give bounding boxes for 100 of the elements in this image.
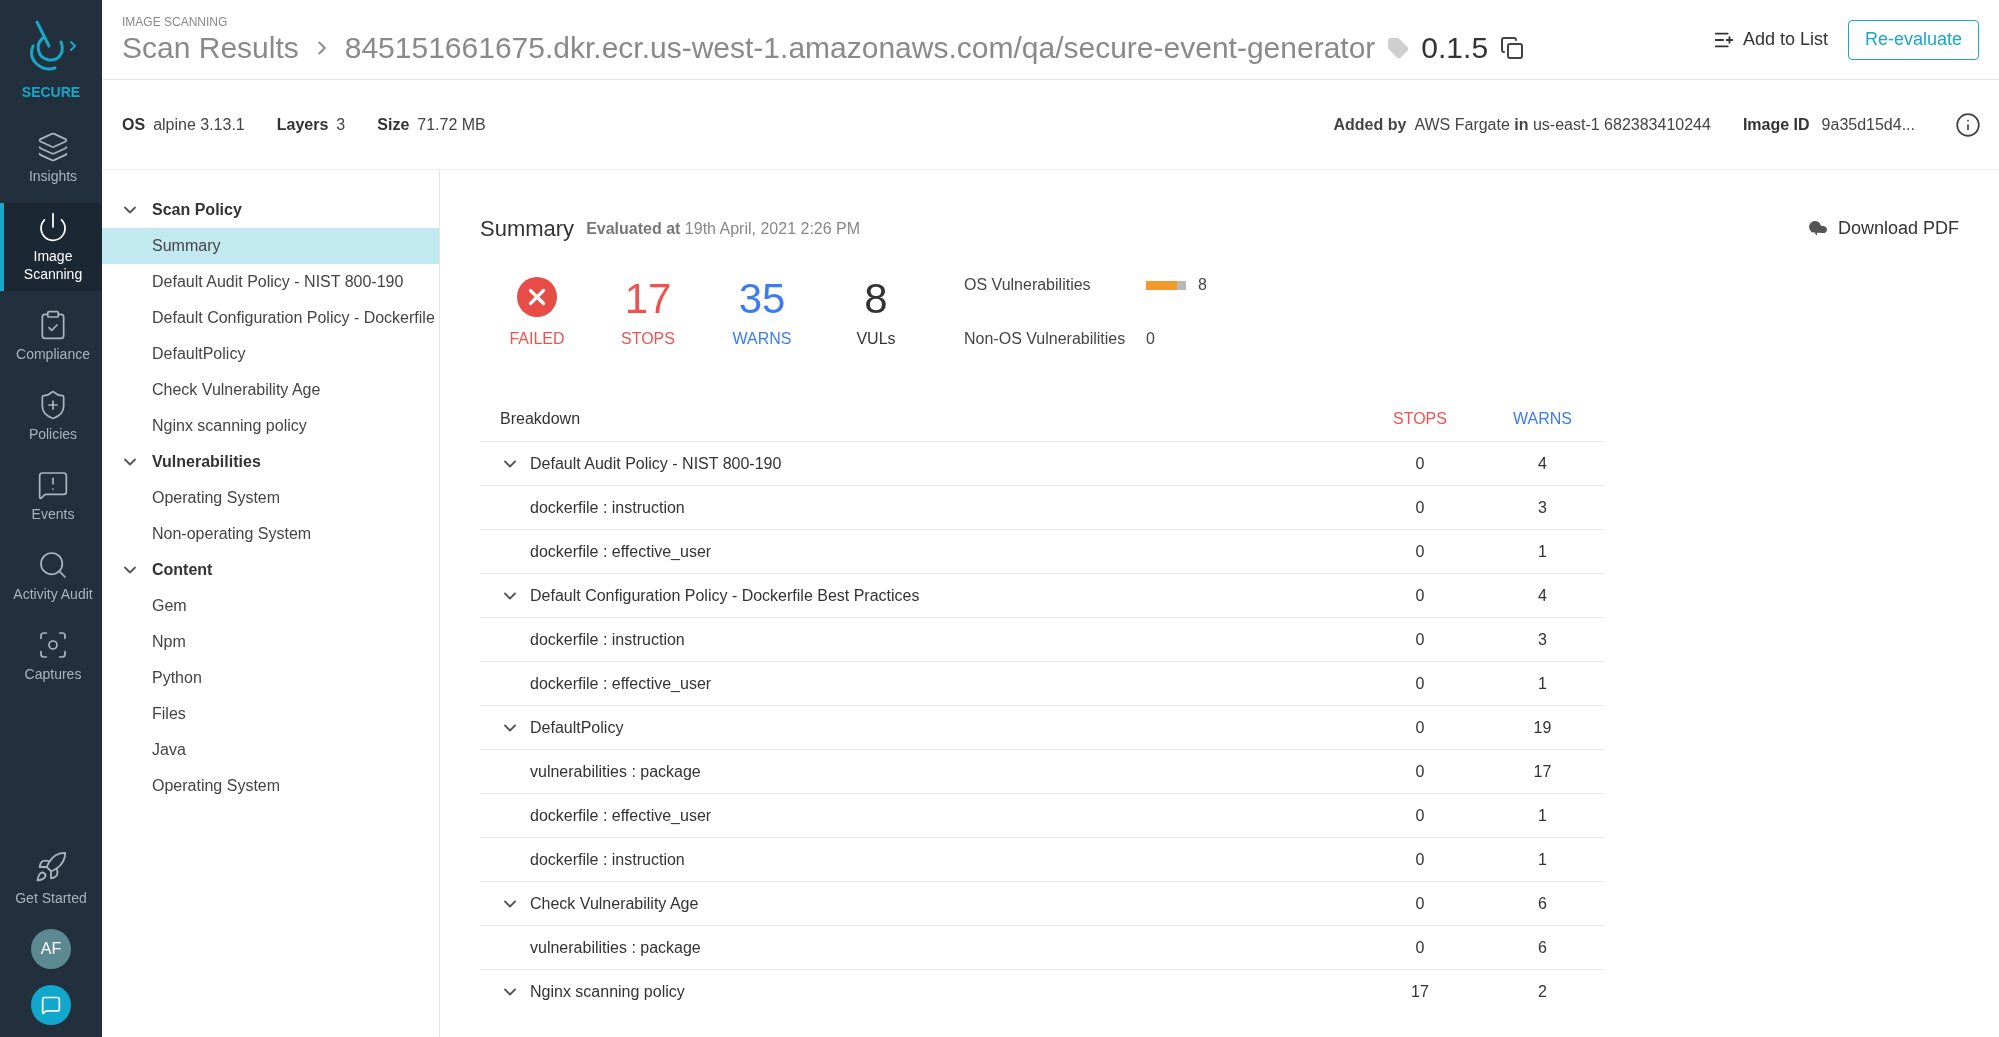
vulnerability-label: Non-OS Vulnerabilities [964, 329, 1127, 349]
image-path: 845151661675.dkr.ecr.us-west-1.amazonaws.com/qa/secure-event-generator [344, 29, 1376, 66]
failed-status-icon [517, 277, 557, 317]
nav-item[interactable]: Npm [102, 624, 439, 660]
stops-count: 0 [1414, 805, 1426, 826]
stops-count: 0 [1414, 453, 1426, 474]
warns-count: 19 [1532, 717, 1553, 738]
rail-item[interactable]: Get Started [0, 850, 102, 909]
nav-item[interactable]: Java [102, 732, 439, 768]
nav-group[interactable]: Vulnerabilities [102, 444, 439, 480]
nav-item[interactable]: DefaultPolicy [102, 336, 439, 372]
breakdown-label: vulnerabilities : package [530, 937, 702, 958]
status-label: FAILED [509, 329, 565, 349]
nav-item[interactable]: Operating System [102, 768, 439, 804]
evaluated-text: Evaluated at 19th April, 2021 2:26 PM [586, 218, 861, 239]
nav-item[interactable]: Gem [102, 588, 439, 624]
warns-count: 17 [1532, 761, 1553, 782]
stops-count: 0 [1414, 761, 1426, 782]
focus-frame-icon [37, 629, 69, 661]
breakdown-label: dockerfile : effective_user [530, 541, 713, 562]
column-header: Breakdown [499, 409, 582, 429]
stops-count: 0 [1414, 937, 1426, 958]
layers-icon [37, 131, 69, 163]
stat-value: 17 [624, 274, 672, 324]
breakdown-label: Default Configuration Policy - Dockerfile Best Practices [530, 585, 921, 606]
stat-value: 35 [738, 274, 786, 324]
stops-count: 0 [1414, 673, 1426, 694]
image-tag: 0.1.5 [1421, 29, 1489, 66]
breakdown-label: dockerfile : effective_user [530, 673, 713, 694]
nav-item[interactable]: Nginx scanning policy [102, 408, 439, 444]
warns-count: 1 [1537, 849, 1548, 870]
breakdown-label: dockerfile : instruction [530, 497, 686, 518]
fact-label: Layers [276, 114, 329, 135]
chat-icon [41, 995, 61, 1015]
rail-item[interactable]: Compliance [0, 301, 102, 371]
power-icon [37, 211, 69, 243]
stops-count: 0 [1414, 849, 1426, 870]
fact-value: 3 [336, 114, 346, 135]
warns-count: 4 [1537, 453, 1548, 474]
nav-item[interactable]: Files [102, 696, 439, 732]
warns-count: 6 [1537, 937, 1548, 958]
breakdown-label: dockerfile : instruction [530, 629, 686, 650]
nav-item[interactable]: Default Configuration Policy - Dockerfile [102, 300, 439, 336]
rail-item[interactable]: Policies [0, 381, 102, 451]
nav-item[interactable]: Operating System [102, 480, 439, 516]
stops-count: 0 [1414, 893, 1426, 914]
rail-item[interactable]: Activity Audit [0, 541, 102, 611]
warns-count: 1 [1537, 805, 1548, 826]
stops-count: 0 [1414, 629, 1426, 650]
stops-count: 0 [1414, 717, 1426, 738]
stops-count: 0 [1414, 497, 1426, 518]
breakdown-label: vulnerabilities : package [530, 761, 702, 782]
nav-item[interactable]: Summary [102, 228, 439, 264]
copy-icon[interactable] [1500, 35, 1525, 60]
fact-label: Size [377, 114, 410, 135]
rocket-icon [34, 850, 68, 884]
vulnerability-label: OS Vulnerabilities [964, 275, 1092, 295]
add-to-list-button[interactable]: Add to List [1712, 26, 1828, 53]
rail-item[interactable]: Image Scanning [0, 203, 102, 291]
nav-group[interactable]: Scan Policy [102, 192, 439, 228]
rail-item[interactable]: Captures [0, 621, 102, 691]
image-id-value: 9a35d15d4... [1821, 114, 1915, 135]
vulnerability-count: 8 [1198, 275, 1207, 295]
nav-group[interactable]: Content [102, 552, 439, 588]
rail-item[interactable]: Insights [0, 123, 102, 193]
download-pdf-button[interactable]: Download PDF [1805, 215, 1959, 242]
added-by-text: Added by AWS Fargate in us-east-1 682383410244 [1333, 114, 1711, 135]
breakdown-label: Default Audit Policy - NIST 800-190 [530, 453, 783, 474]
info-icon[interactable] [1955, 111, 1981, 138]
breakdown-label: DefaultPolicy [530, 717, 625, 738]
tag-icon [1387, 36, 1410, 59]
brand-name: SECURE [21, 83, 81, 102]
nav-item[interactable]: Non-operating System [102, 516, 439, 552]
stops-count: 17 [1410, 981, 1430, 1002]
nav-item[interactable]: Check Vulnerability Age [102, 372, 439, 408]
vulnerability-count: 0 [1146, 329, 1155, 349]
fact-value: alpine 3.13.1 [153, 114, 245, 135]
stat-label: VULs [856, 329, 896, 349]
avatar[interactable]: AF [31, 929, 71, 969]
breakdown-label: dockerfile : instruction [530, 849, 686, 870]
stops-count: 0 [1414, 541, 1426, 562]
stops-count: 0 [1414, 585, 1426, 606]
image-id-label: Image ID [1742, 114, 1810, 135]
breakdown-label: Nginx scanning policy [530, 981, 686, 1002]
fact-value: 71.72 MB [417, 114, 486, 135]
nav-item[interactable]: Default Audit Policy - NIST 800-190 [102, 264, 439, 300]
magnifier-icon [37, 549, 69, 581]
summary-title: Summary [480, 215, 575, 243]
warns-count: 6 [1537, 893, 1548, 914]
breakdown-label: Check Vulnerability Age [530, 893, 700, 914]
message-warning-icon [37, 469, 69, 501]
column-header: WARNS [1512, 409, 1573, 429]
stat-value: 8 [864, 274, 888, 324]
warns-count: 3 [1537, 629, 1548, 650]
warns-count: 1 [1537, 673, 1548, 694]
warns-count: 2 [1537, 981, 1548, 1002]
chat-button[interactable] [31, 985, 71, 1025]
breakdown-label: dockerfile : effective_user [530, 805, 713, 826]
nav-item[interactable]: Python [102, 660, 439, 696]
rail-item[interactable]: Events [0, 461, 102, 531]
